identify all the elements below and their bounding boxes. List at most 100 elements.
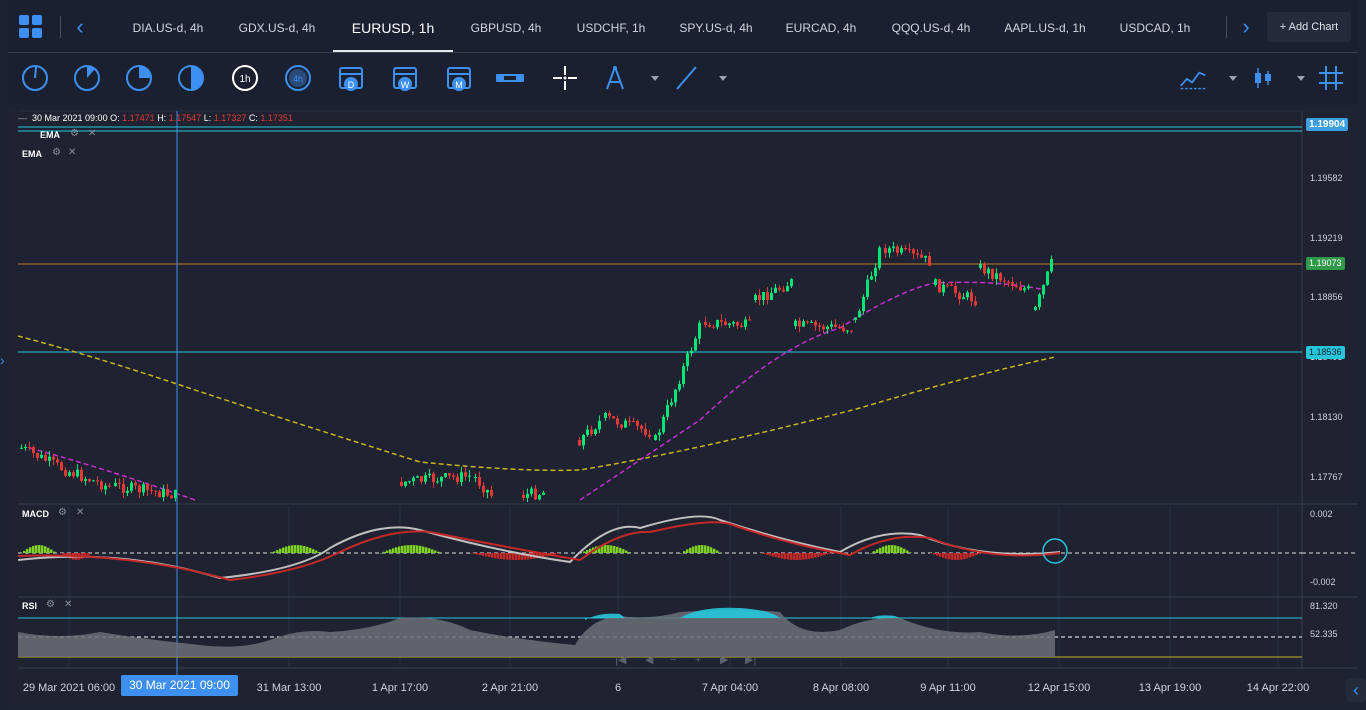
candle (670, 402, 673, 406)
candle (146, 484, 149, 491)
macd-histogram-bar (425, 547, 428, 553)
candle (420, 476, 423, 482)
candle (482, 485, 485, 493)
left-panel-toggle-icon[interactable]: › (0, 352, 6, 368)
candle (114, 482, 117, 486)
date-axis-label: 7 Apr 04:00 (701, 682, 759, 694)
candle (586, 429, 589, 436)
candle (778, 287, 781, 290)
macd-histogram-bar (500, 553, 503, 560)
candle (52, 456, 55, 460)
macd-histogram-bar (900, 547, 903, 553)
candle (830, 324, 833, 327)
ema-indicator-label-2[interactable]: EMA (22, 149, 42, 159)
candle (84, 479, 87, 481)
candle (946, 284, 949, 286)
close-icon[interactable]: ✕ (88, 128, 96, 139)
macd-indicator-label[interactable]: MACD (22, 509, 49, 519)
macd-histogram-bar (315, 550, 318, 553)
candle (154, 490, 157, 492)
macd-histogram-bar (416, 545, 419, 553)
macd-histogram-bar (954, 553, 957, 560)
macd-histogram-bar (802, 553, 805, 560)
macd-histogram-bar (870, 553, 873, 554)
ohlc-open: 1.17471 (122, 113, 155, 123)
settings-gear-icon[interactable]: ⚙ (70, 128, 79, 139)
candle (486, 490, 489, 493)
macd-histogram-bar (300, 545, 303, 553)
ohlc-date: 30 Mar 2021 09:00 (32, 113, 108, 123)
candle (754, 295, 757, 300)
candle (598, 420, 601, 430)
candle (958, 293, 961, 300)
candle (962, 297, 965, 300)
candle (987, 268, 990, 274)
candle (48, 456, 51, 461)
close-icon[interactable]: ✕ (68, 147, 76, 158)
macd-histogram-bar (939, 553, 942, 557)
right-panel-toggle-icon[interactable]: ‹ (1346, 678, 1366, 702)
candle (954, 285, 957, 294)
macd-histogram-bar (87, 553, 90, 556)
candle (862, 296, 865, 312)
candle (138, 485, 141, 493)
date-axis-label: 14 Apr 22:00 (1246, 682, 1310, 694)
candle (416, 476, 419, 478)
macd-histogram-bar (882, 546, 885, 553)
macd-histogram-bar (434, 550, 437, 553)
macd-histogram-bar (978, 553, 981, 554)
candle (870, 276, 873, 280)
ohlc-high: 1.17547 (168, 113, 202, 123)
macd-histogram-bar (622, 549, 625, 553)
close-icon[interactable]: ✕ (76, 507, 84, 518)
playback-control-icon: |◀ (615, 654, 627, 666)
macd-histogram-bar (716, 550, 719, 553)
macd-histogram-bar (625, 550, 628, 553)
candle (786, 286, 789, 292)
ema-fast-line (29, 281, 1046, 501)
highlight-circle (1042, 538, 1068, 564)
candle (40, 454, 43, 458)
candle (770, 292, 773, 300)
macd-histogram-bar (294, 545, 297, 553)
close-icon[interactable]: ✕ (64, 599, 72, 610)
candle (468, 475, 471, 477)
macd-histogram-bar (512, 553, 515, 560)
macd-histogram-bar (793, 553, 796, 560)
rsi-indicator-label[interactable]: RSI (22, 601, 37, 611)
macd-histogram-bar (312, 549, 315, 553)
candle (92, 480, 95, 482)
macd-histogram-bar (610, 545, 613, 553)
macd-histogram-bar (509, 553, 512, 560)
macd-histogram-bar (766, 553, 769, 555)
price-tag-top: 1.19904 (1306, 118, 1349, 131)
candle (108, 485, 111, 487)
candle (644, 428, 647, 435)
candle (991, 268, 994, 280)
price-axis-label: 1.19219 (1310, 233, 1343, 243)
candle (118, 482, 121, 484)
candle (884, 248, 887, 253)
macd-histogram-bar (948, 553, 951, 560)
settings-gear-icon[interactable]: ⚙ (46, 599, 55, 610)
settings-gear-icon[interactable]: ⚙ (52, 147, 61, 158)
settings-gear-icon[interactable]: ⚙ (58, 507, 67, 518)
candle (1007, 281, 1010, 283)
macd-histogram-bar (554, 553, 557, 555)
candle (950, 284, 953, 286)
ohlc-close: 1.17351 (260, 113, 293, 123)
macd-histogram-bar (20, 553, 23, 554)
candle (690, 350, 693, 354)
macd-histogram-bar (26, 548, 29, 553)
ema-indicator-label[interactable]: EMA (40, 130, 60, 140)
macd-histogram-bar (778, 553, 781, 559)
macd-histogram-bar (689, 547, 692, 553)
macd-histogram-bar (383, 551, 386, 553)
candle (28, 446, 31, 448)
candle (858, 311, 861, 318)
candle (20, 447, 23, 449)
price-chart[interactable]: |◀ ◀ − + ▶ ▶| (0, 0, 1366, 710)
macd-histogram-bar (309, 547, 312, 553)
candle (774, 287, 777, 293)
macd-histogram-bar (686, 549, 689, 553)
